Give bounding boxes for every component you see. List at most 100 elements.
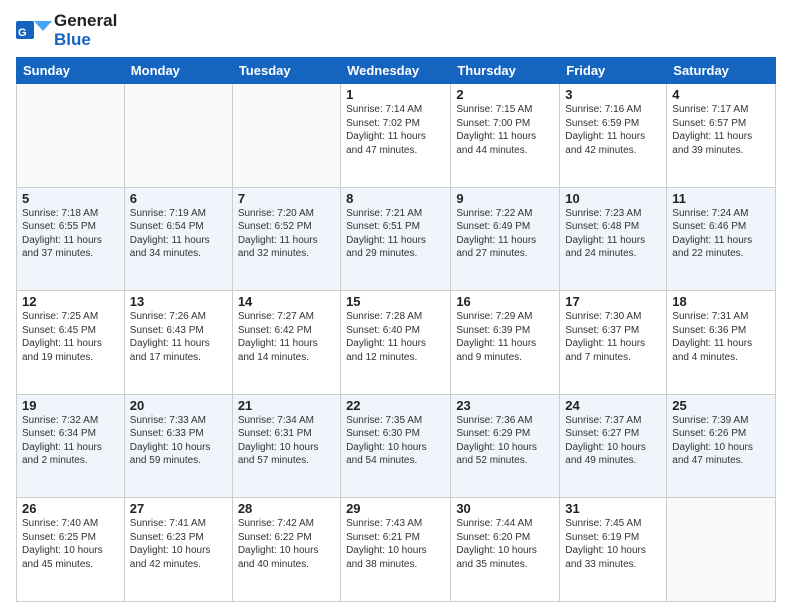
day-number: 2 — [456, 87, 554, 102]
day-info: Sunrise: 7:27 AM Sunset: 6:42 PM Dayligh… — [238, 310, 335, 364]
day-info: Sunrise: 7:26 AM Sunset: 6:43 PM Dayligh… — [130, 310, 227, 364]
day-number: 14 — [238, 294, 335, 309]
table-row: 30Sunrise: 7:44 AM Sunset: 6:20 PM Dayli… — [451, 498, 560, 602]
table-row: 1Sunrise: 7:14 AM Sunset: 7:02 PM Daylig… — [341, 84, 451, 188]
table-row — [124, 84, 232, 188]
table-row: 6Sunrise: 7:19 AM Sunset: 6:54 PM Daylig… — [124, 187, 232, 291]
day-info: Sunrise: 7:34 AM Sunset: 6:31 PM Dayligh… — [238, 414, 335, 468]
day-info: Sunrise: 7:36 AM Sunset: 6:29 PM Dayligh… — [456, 414, 554, 468]
day-info: Sunrise: 7:23 AM Sunset: 6:48 PM Dayligh… — [565, 207, 661, 261]
table-row: 18Sunrise: 7:31 AM Sunset: 6:36 PM Dayli… — [667, 291, 776, 395]
day-number: 4 — [672, 87, 770, 102]
logo-blue: Blue — [54, 30, 91, 49]
day-number: 5 — [22, 191, 119, 206]
day-info: Sunrise: 7:24 AM Sunset: 6:46 PM Dayligh… — [672, 207, 770, 261]
col-friday: Friday — [560, 58, 667, 84]
logo: G General Blue — [16, 12, 117, 49]
table-row: 22Sunrise: 7:35 AM Sunset: 6:30 PM Dayli… — [341, 394, 451, 498]
day-info: Sunrise: 7:35 AM Sunset: 6:30 PM Dayligh… — [346, 414, 445, 468]
day-info: Sunrise: 7:16 AM Sunset: 6:59 PM Dayligh… — [565, 103, 661, 157]
table-row — [17, 84, 125, 188]
day-info: Sunrise: 7:15 AM Sunset: 7:00 PM Dayligh… — [456, 103, 554, 157]
table-row: 13Sunrise: 7:26 AM Sunset: 6:43 PM Dayli… — [124, 291, 232, 395]
col-saturday: Saturday — [667, 58, 776, 84]
day-info: Sunrise: 7:17 AM Sunset: 6:57 PM Dayligh… — [672, 103, 770, 157]
day-info: Sunrise: 7:21 AM Sunset: 6:51 PM Dayligh… — [346, 207, 445, 261]
calendar-week-row: 19Sunrise: 7:32 AM Sunset: 6:34 PM Dayli… — [17, 394, 776, 498]
day-number: 20 — [130, 398, 227, 413]
day-info: Sunrise: 7:39 AM Sunset: 6:26 PM Dayligh… — [672, 414, 770, 468]
day-number: 13 — [130, 294, 227, 309]
table-row: 14Sunrise: 7:27 AM Sunset: 6:42 PM Dayli… — [232, 291, 340, 395]
table-row — [667, 498, 776, 602]
table-row: 26Sunrise: 7:40 AM Sunset: 6:25 PM Dayli… — [17, 498, 125, 602]
day-number: 29 — [346, 501, 445, 516]
day-number: 30 — [456, 501, 554, 516]
table-row: 3Sunrise: 7:16 AM Sunset: 6:59 PM Daylig… — [560, 84, 667, 188]
day-number: 24 — [565, 398, 661, 413]
day-info: Sunrise: 7:37 AM Sunset: 6:27 PM Dayligh… — [565, 414, 661, 468]
day-number: 26 — [22, 501, 119, 516]
col-monday: Monday — [124, 58, 232, 84]
logo-general: General — [54, 11, 117, 30]
table-row: 19Sunrise: 7:32 AM Sunset: 6:34 PM Dayli… — [17, 394, 125, 498]
table-row: 4Sunrise: 7:17 AM Sunset: 6:57 PM Daylig… — [667, 84, 776, 188]
day-number: 21 — [238, 398, 335, 413]
table-row: 8Sunrise: 7:21 AM Sunset: 6:51 PM Daylig… — [341, 187, 451, 291]
day-number: 17 — [565, 294, 661, 309]
day-info: Sunrise: 7:40 AM Sunset: 6:25 PM Dayligh… — [22, 517, 119, 571]
day-number: 6 — [130, 191, 227, 206]
page: G General Blue Sunday Monday — [0, 0, 792, 612]
day-number: 1 — [346, 87, 445, 102]
day-info: Sunrise: 7:41 AM Sunset: 6:23 PM Dayligh… — [130, 517, 227, 571]
day-info: Sunrise: 7:18 AM Sunset: 6:55 PM Dayligh… — [22, 207, 119, 261]
table-row: 28Sunrise: 7:42 AM Sunset: 6:22 PM Dayli… — [232, 498, 340, 602]
calendar-week-row: 5Sunrise: 7:18 AM Sunset: 6:55 PM Daylig… — [17, 187, 776, 291]
day-number: 23 — [456, 398, 554, 413]
table-row: 2Sunrise: 7:15 AM Sunset: 7:00 PM Daylig… — [451, 84, 560, 188]
table-row: 16Sunrise: 7:29 AM Sunset: 6:39 PM Dayli… — [451, 291, 560, 395]
header: G General Blue — [16, 12, 776, 49]
table-row: 31Sunrise: 7:45 AM Sunset: 6:19 PM Dayli… — [560, 498, 667, 602]
calendar-week-row: 26Sunrise: 7:40 AM Sunset: 6:25 PM Dayli… — [17, 498, 776, 602]
day-number: 10 — [565, 191, 661, 206]
calendar-table: Sunday Monday Tuesday Wednesday Thursday… — [16, 57, 776, 602]
day-number: 27 — [130, 501, 227, 516]
day-number: 18 — [672, 294, 770, 309]
day-info: Sunrise: 7:28 AM Sunset: 6:40 PM Dayligh… — [346, 310, 445, 364]
day-info: Sunrise: 7:32 AM Sunset: 6:34 PM Dayligh… — [22, 414, 119, 468]
table-row: 27Sunrise: 7:41 AM Sunset: 6:23 PM Dayli… — [124, 498, 232, 602]
day-number: 8 — [346, 191, 445, 206]
table-row — [232, 84, 340, 188]
table-row: 9Sunrise: 7:22 AM Sunset: 6:49 PM Daylig… — [451, 187, 560, 291]
day-number: 19 — [22, 398, 119, 413]
day-number: 22 — [346, 398, 445, 413]
table-row: 5Sunrise: 7:18 AM Sunset: 6:55 PM Daylig… — [17, 187, 125, 291]
table-row: 29Sunrise: 7:43 AM Sunset: 6:21 PM Dayli… — [341, 498, 451, 602]
day-info: Sunrise: 7:30 AM Sunset: 6:37 PM Dayligh… — [565, 310, 661, 364]
day-info: Sunrise: 7:43 AM Sunset: 6:21 PM Dayligh… — [346, 517, 445, 571]
day-number: 15 — [346, 294, 445, 309]
col-tuesday: Tuesday — [232, 58, 340, 84]
logo-icon: G — [16, 17, 52, 45]
day-number: 3 — [565, 87, 661, 102]
day-number: 7 — [238, 191, 335, 206]
table-row: 23Sunrise: 7:36 AM Sunset: 6:29 PM Dayli… — [451, 394, 560, 498]
day-number: 9 — [456, 191, 554, 206]
table-row: 7Sunrise: 7:20 AM Sunset: 6:52 PM Daylig… — [232, 187, 340, 291]
table-row: 11Sunrise: 7:24 AM Sunset: 6:46 PM Dayli… — [667, 187, 776, 291]
table-row: 17Sunrise: 7:30 AM Sunset: 6:37 PM Dayli… — [560, 291, 667, 395]
day-info: Sunrise: 7:33 AM Sunset: 6:33 PM Dayligh… — [130, 414, 227, 468]
table-row: 25Sunrise: 7:39 AM Sunset: 6:26 PM Dayli… — [667, 394, 776, 498]
calendar-header-row: Sunday Monday Tuesday Wednesday Thursday… — [17, 58, 776, 84]
table-row: 24Sunrise: 7:37 AM Sunset: 6:27 PM Dayli… — [560, 394, 667, 498]
day-number: 25 — [672, 398, 770, 413]
table-row: 21Sunrise: 7:34 AM Sunset: 6:31 PM Dayli… — [232, 394, 340, 498]
table-row: 10Sunrise: 7:23 AM Sunset: 6:48 PM Dayli… — [560, 187, 667, 291]
day-info: Sunrise: 7:42 AM Sunset: 6:22 PM Dayligh… — [238, 517, 335, 571]
day-info: Sunrise: 7:19 AM Sunset: 6:54 PM Dayligh… — [130, 207, 227, 261]
table-row: 12Sunrise: 7:25 AM Sunset: 6:45 PM Dayli… — [17, 291, 125, 395]
calendar-week-row: 12Sunrise: 7:25 AM Sunset: 6:45 PM Dayli… — [17, 291, 776, 395]
day-info: Sunrise: 7:45 AM Sunset: 6:19 PM Dayligh… — [565, 517, 661, 571]
day-info: Sunrise: 7:25 AM Sunset: 6:45 PM Dayligh… — [22, 310, 119, 364]
